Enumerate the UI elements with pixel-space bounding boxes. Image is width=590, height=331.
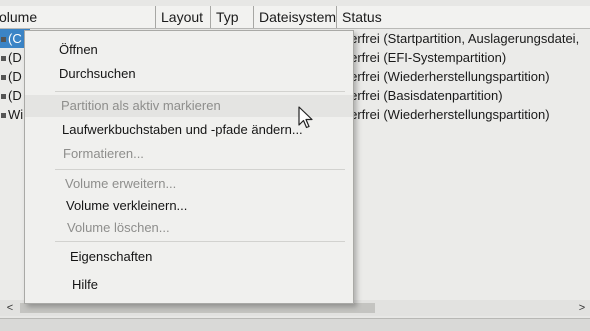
status-cell: hlerfrei (EFI-Systempartition)	[340, 50, 507, 65]
menu-item-volume-verkleinern[interactable]: Volume verkleinern...	[25, 195, 353, 217]
menu-item-eigenschaften[interactable]: Eigenschaften	[25, 246, 353, 268]
column-header-volume[interactable]: olume	[0, 6, 156, 28]
menu-item-label: Öffnen	[59, 42, 98, 57]
menu-item-label: Eigenschaften	[70, 249, 153, 264]
drive-icon	[1, 36, 6, 42]
menu-item-label: Formatieren...	[63, 146, 144, 161]
column-header-status[interactable]: Status	[337, 6, 577, 28]
context-menu: Öffnen Durchsuchen Partition als aktiv m…	[24, 30, 354, 304]
menu-item-label: Volume erweitern...	[65, 176, 177, 191]
menu-item-label: Volume verkleinern...	[66, 198, 188, 213]
menu-item-durchsuchen[interactable]: Durchsuchen	[25, 63, 353, 85]
status-cell: hlerfrei (Basisdatenpartition)	[340, 88, 503, 103]
scrollbar-thumb[interactable]	[20, 303, 375, 313]
drive-icon	[1, 74, 6, 80]
mouse-cursor-icon	[298, 106, 313, 129]
status-cell: hlerfrei (Wiederherstellungspartition)	[340, 107, 550, 122]
menu-separator	[55, 169, 345, 170]
drive-icon	[1, 55, 6, 61]
menu-item-formatieren[interactable]: Formatieren...	[25, 143, 353, 165]
column-header-typ[interactable]: Typ	[211, 6, 254, 28]
drive-icon	[1, 112, 6, 118]
column-header-dateisystem[interactable]: Dateisystem	[254, 6, 337, 28]
menu-item-label: Hilfe	[72, 277, 99, 292]
menu-item-label: Partition als aktiv markieren	[61, 98, 221, 113]
menu-item-volume-erweitern[interactable]: Volume erweitern...	[25, 173, 353, 195]
volume-table-header: olume Layout Typ Dateisystem Status	[0, 6, 590, 29]
lower-pane-edge	[0, 318, 590, 331]
menu-item-label: Laufwerkbuchstaben und -pfade ändern...	[62, 122, 303, 137]
scroll-left-arrow[interactable]: <	[2, 300, 18, 316]
menu-item-label: Volume löschen...	[67, 220, 170, 235]
menu-item-oeffnen[interactable]: Öffnen	[25, 39, 353, 61]
disk-management-window: olume Layout Typ Dateisystem Status (C h…	[0, 0, 590, 331]
menu-separator	[55, 241, 345, 242]
status-cell: hlerfrei (Startpartition, Auslagerungsda…	[340, 31, 580, 46]
menu-item-hilfe[interactable]: Hilfe	[25, 274, 353, 296]
column-header-layout[interactable]: Layout	[156, 6, 211, 28]
menu-separator	[55, 91, 345, 92]
drive-icon	[1, 93, 6, 99]
menu-item-label: Durchsuchen	[59, 66, 136, 81]
status-cell: hlerfrei (Wiederherstellungspartition)	[340, 69, 550, 84]
scroll-right-arrow[interactable]: >	[574, 300, 590, 316]
menu-item-volume-loeschen[interactable]: Volume löschen...	[25, 217, 353, 239]
